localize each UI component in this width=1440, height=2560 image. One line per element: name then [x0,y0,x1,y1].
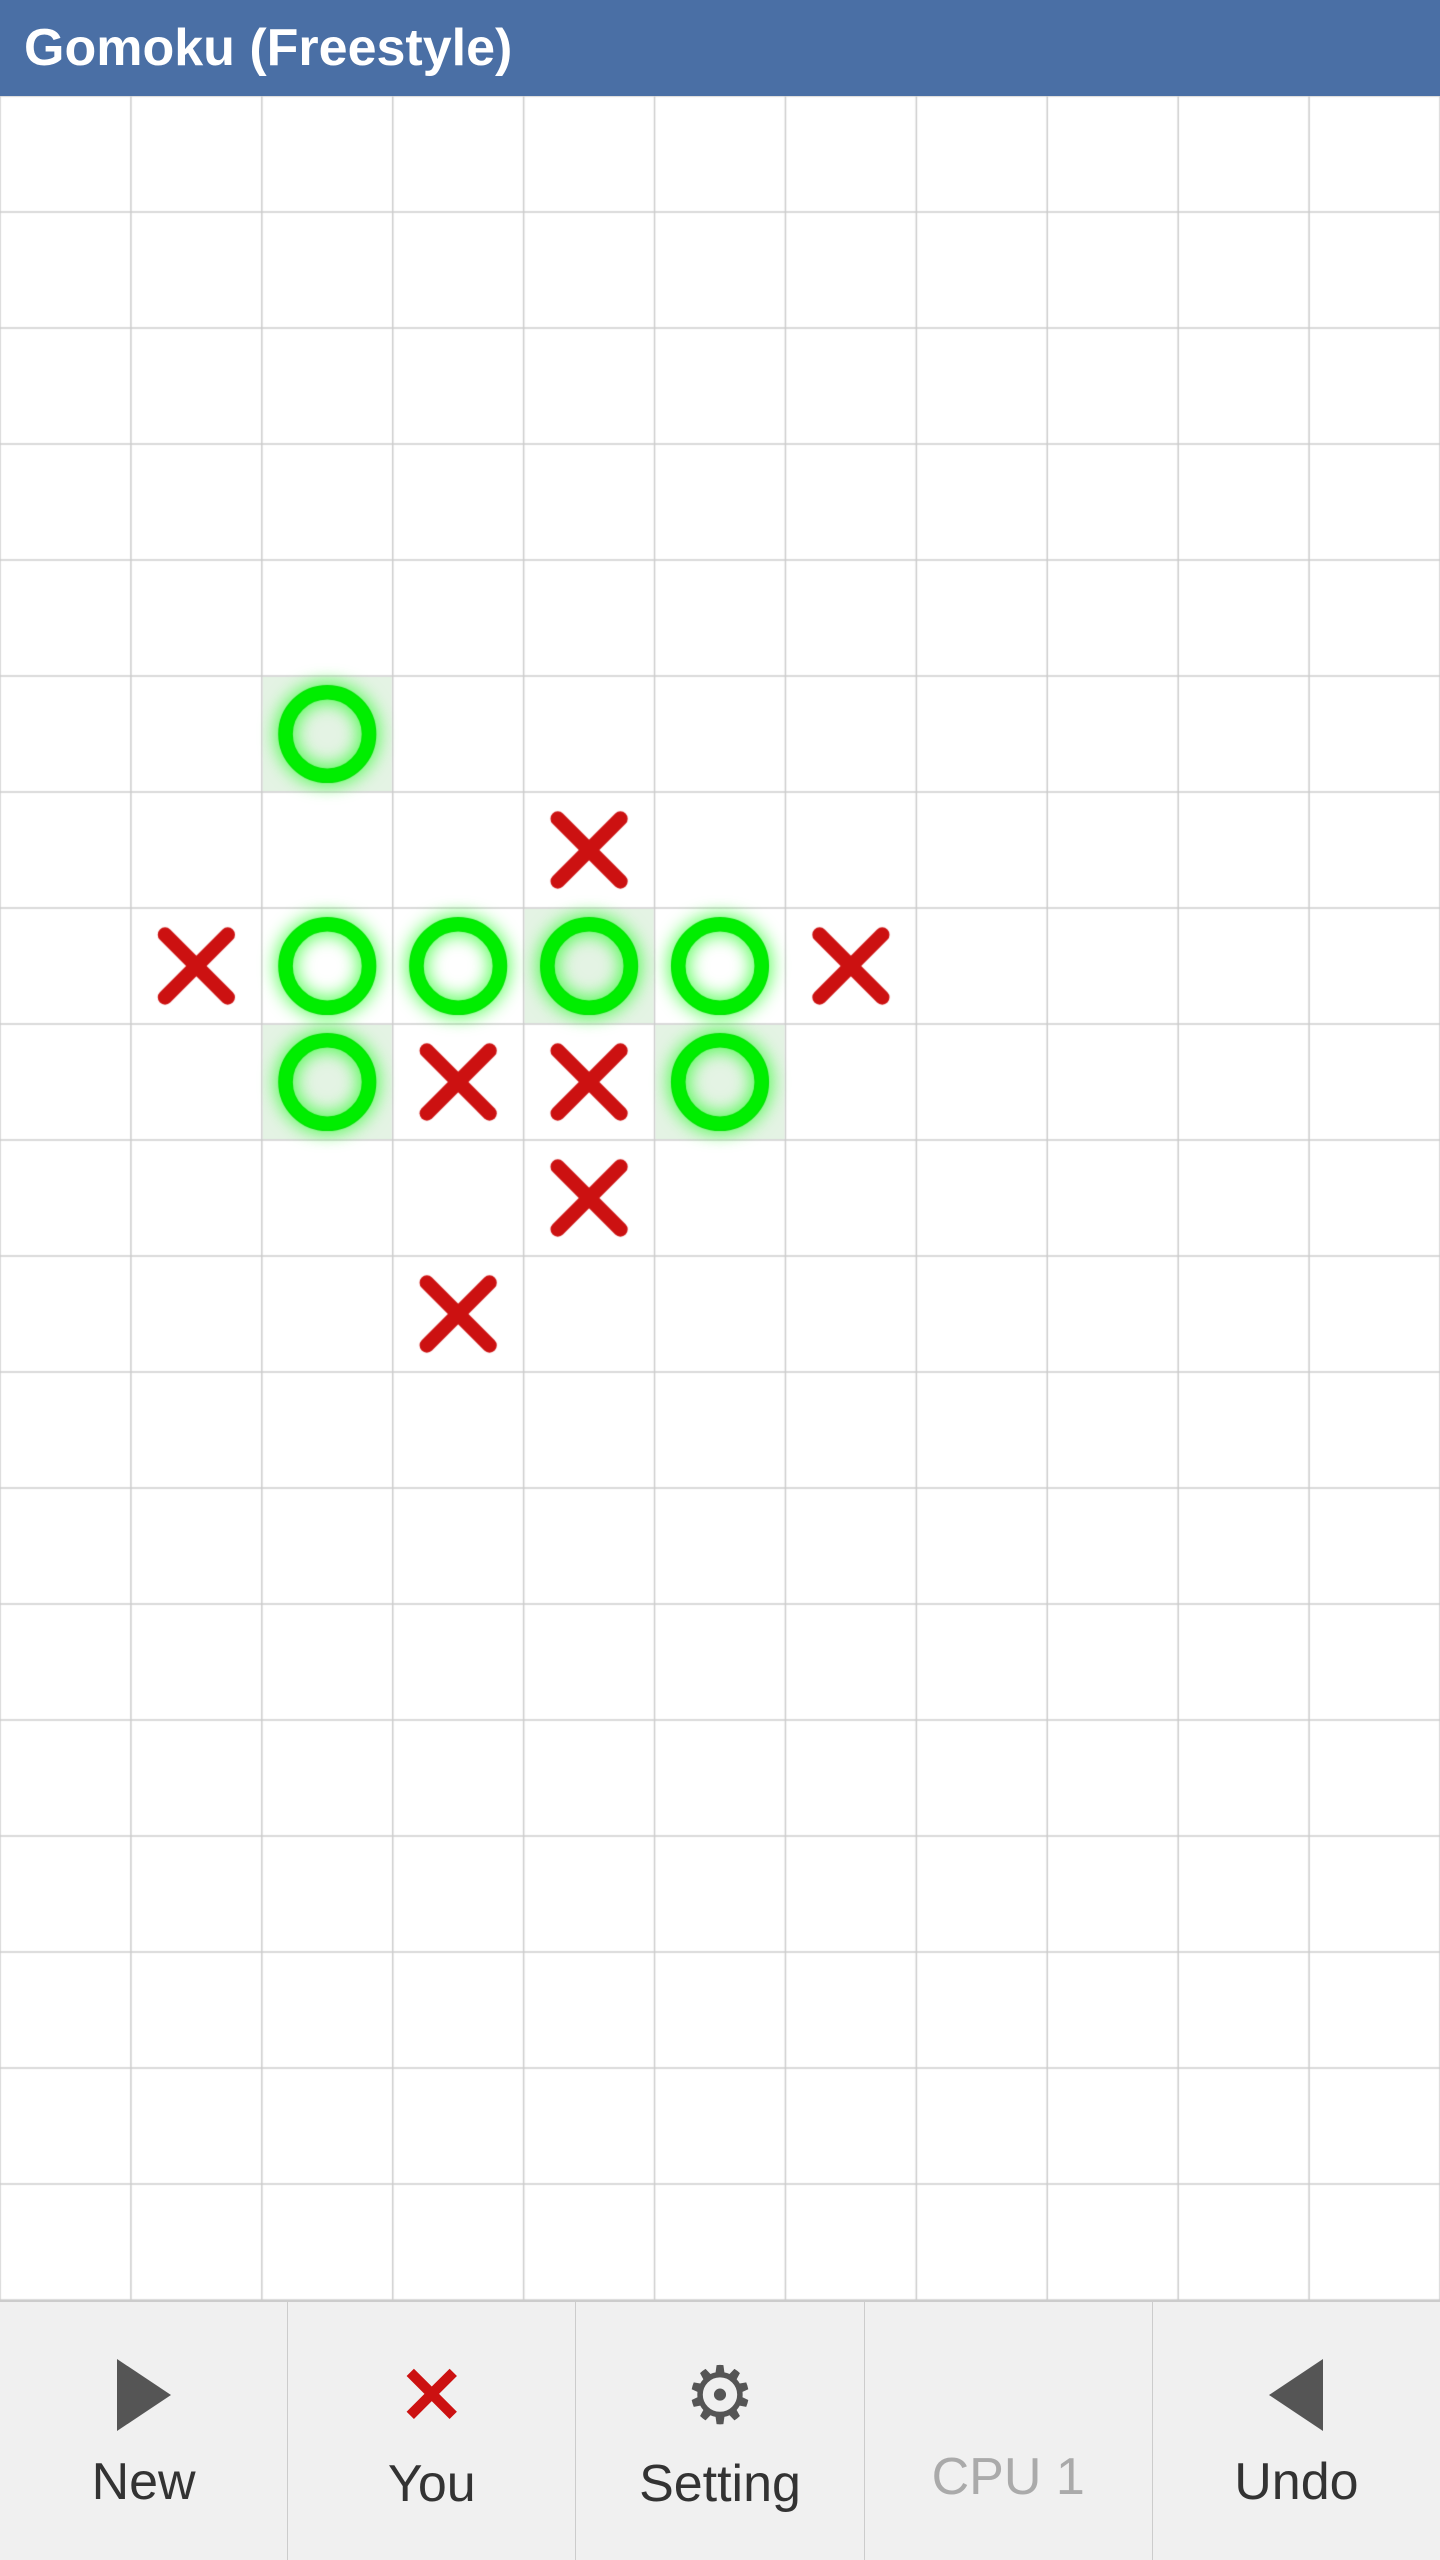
you-label: You [388,2454,476,2514]
gear-icon: ⚙ [684,2349,756,2442]
setting-label: Setting [639,2454,801,2514]
new-button[interactable]: New [0,2302,288,2560]
bottom-bar: New ✕ You ⚙ Setting CPU 1 Undo [0,2300,1440,2560]
game-canvas[interactable] [0,96,1440,2300]
title-bar: Gomoku (Freestyle) [0,0,1440,96]
setting-button[interactable]: ⚙ Setting [576,2302,864,2560]
new-label: New [92,2452,196,2512]
game-board-container[interactable] [0,96,1440,2300]
undo-label: Undo [1234,2452,1358,2512]
you-button[interactable]: ✕ You [288,2302,576,2560]
app-title: Gomoku (Freestyle) [24,19,512,77]
undo-button[interactable]: Undo [1153,2302,1440,2560]
cpu1-button[interactable]: CPU 1 [865,2302,1153,2560]
undo-icon [1251,2350,1341,2440]
new-icon [99,2350,189,2440]
cpu1-icon [968,2355,1048,2435]
you-icon: ✕ [398,2349,465,2442]
cpu1-label: CPU 1 [932,2447,1085,2507]
